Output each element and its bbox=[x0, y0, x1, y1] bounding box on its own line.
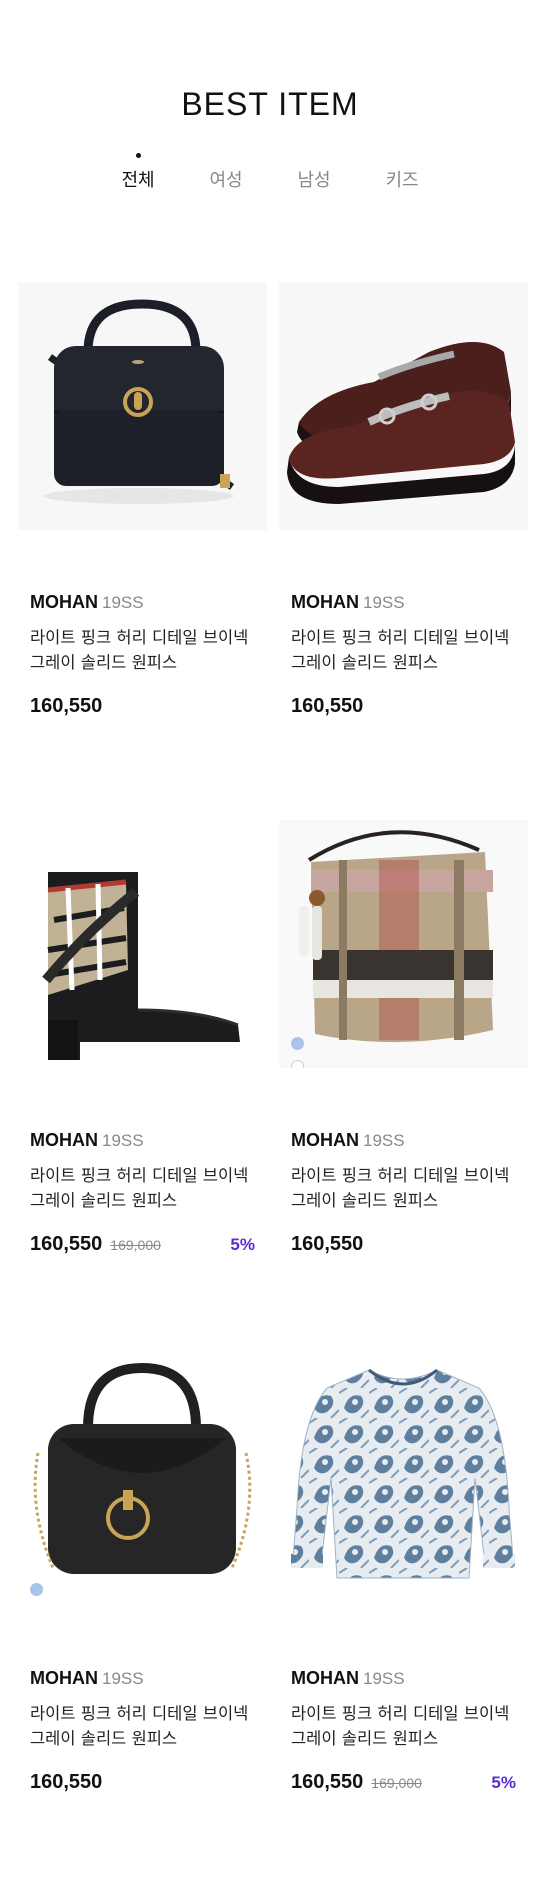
product-season: 19SS bbox=[363, 1131, 405, 1150]
product-price: 160,550 bbox=[291, 1233, 364, 1255]
product-brand: MOHAN bbox=[30, 592, 98, 612]
product-brand: MOHAN bbox=[30, 1668, 98, 1688]
product-info: MOHAN 19SS 라이트 핑크 허리 디테일 브이넥 그레이 솔리드 원피스 … bbox=[291, 1130, 521, 1256]
tab-women[interactable]: 여성 bbox=[182, 160, 270, 192]
price-row: 160,550 169,000 5% bbox=[30, 1233, 255, 1256]
product-season: 19SS bbox=[102, 1669, 144, 1688]
price-row: 160,550 bbox=[30, 695, 255, 718]
product-season: 19SS bbox=[102, 593, 144, 612]
product-brand: MOHAN bbox=[30, 1130, 98, 1150]
tab-men[interactable]: 남성 bbox=[270, 160, 358, 192]
original-price: 169,000 bbox=[371, 1775, 422, 1791]
product-name[interactable]: 라이트 핑크 허리 디테일 브이넥 그레이 솔리드 원피스 bbox=[30, 1163, 260, 1213]
tab-kids[interactable]: 키즈 bbox=[358, 160, 446, 192]
product-image-check-bucket-bag[interactable] bbox=[279, 820, 528, 1068]
product-name[interactable]: 라이트 핑크 허리 디테일 브이넥 그레이 솔리드 원피스 bbox=[291, 625, 521, 675]
color-swatches bbox=[291, 1037, 304, 1068]
product-image-black-ring-bag[interactable] bbox=[18, 1358, 267, 1606]
tab-all[interactable]: 전체 bbox=[94, 153, 182, 192]
price-row: 160,550 bbox=[291, 1233, 516, 1256]
price-row: 160,550 169,000 5% bbox=[291, 1771, 516, 1794]
product-info: MOHAN 19SS 라이트 핑크 허리 디테일 브이넥 그레이 솔리드 원피스 … bbox=[30, 592, 260, 718]
category-tabs: 전체 여성 남성 키즈 bbox=[0, 153, 540, 192]
product-brand: MOHAN bbox=[291, 1668, 359, 1688]
product-price: 160,550 bbox=[291, 695, 364, 717]
product-brand: MOHAN bbox=[291, 1130, 359, 1150]
product-info: MOHAN 19SS 라이트 핑크 허리 디테일 브이넥 그레이 솔리드 원피스 … bbox=[30, 1668, 260, 1794]
product-price: 160,550 bbox=[30, 1233, 103, 1255]
price-row: 160,550 bbox=[291, 695, 516, 718]
product-info: MOHAN 19SS 라이트 핑크 허리 디테일 브이넥 그레이 솔리드 원피스 … bbox=[291, 1668, 521, 1794]
product-image-check-ankle-boot[interactable] bbox=[18, 820, 267, 1068]
product-price: 160,550 bbox=[30, 1771, 103, 1793]
product-name[interactable]: 라이트 핑크 허리 디테일 브이넥 그레이 솔리드 원피스 bbox=[30, 1701, 260, 1751]
product-brand: MOHAN bbox=[291, 592, 359, 612]
section-title: BEST ITEM bbox=[181, 86, 359, 122]
product-season: 19SS bbox=[102, 1131, 144, 1150]
product-price: 160,550 bbox=[30, 695, 103, 717]
color-swatch[interactable] bbox=[30, 1583, 43, 1596]
product-image-paisley-blouse[interactable] bbox=[279, 1358, 528, 1606]
color-swatch[interactable] bbox=[291, 1037, 304, 1050]
product-name[interactable]: 라이트 핑크 허리 디테일 브이넥 그레이 솔리드 원피스 bbox=[291, 1163, 521, 1213]
product-price: 160,550 bbox=[291, 1771, 364, 1793]
product-season: 19SS bbox=[363, 593, 405, 612]
product-info: MOHAN 19SS 라이트 핑크 허리 디테일 브이넥 그레이 솔리드 원피스 … bbox=[291, 592, 521, 718]
original-price: 169,000 bbox=[110, 1237, 161, 1253]
product-image-black-handbag[interactable] bbox=[18, 282, 267, 530]
color-swatch[interactable] bbox=[291, 1060, 304, 1068]
discount-rate: 5% bbox=[230, 1235, 255, 1254]
product-name[interactable]: 라이트 핑크 허리 디테일 브이넥 그레이 솔리드 원피스 bbox=[30, 625, 260, 675]
color-swatches bbox=[30, 1583, 43, 1606]
discount-rate: 5% bbox=[491, 1773, 516, 1792]
price-row: 160,550 bbox=[30, 1771, 255, 1794]
product-info: MOHAN 19SS 라이트 핑크 허리 디테일 브이넥 그레이 솔리드 원피스 … bbox=[30, 1130, 260, 1256]
product-image-brown-loafers[interactable] bbox=[279, 282, 528, 530]
product-name[interactable]: 라이트 핑크 허리 디테일 브이넥 그레이 솔리드 원피스 bbox=[291, 1701, 521, 1751]
product-season: 19SS bbox=[363, 1669, 405, 1688]
